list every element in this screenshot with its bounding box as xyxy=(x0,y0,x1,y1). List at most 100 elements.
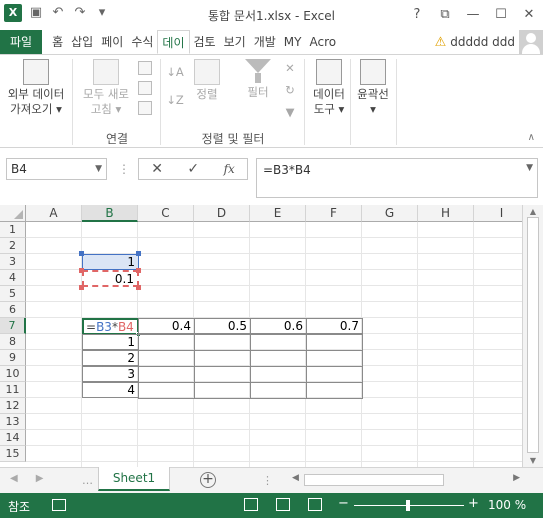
row-header-11[interactable]: 11 xyxy=(0,382,26,398)
row-header-7[interactable]: 7 xyxy=(0,318,26,334)
row-header-6[interactable]: 6 xyxy=(0,302,26,318)
reapply-filter-button[interactable]: ↻ xyxy=(282,83,298,98)
next-sheet-icon[interactable]: ▶ xyxy=(36,473,44,484)
cell-D7[interactable]: 0.5 xyxy=(194,318,251,334)
sort-button[interactable]: 정렬 xyxy=(190,59,224,102)
cell-B9[interactable]: 2 xyxy=(82,350,139,366)
tab-developer[interactable]: 개발 xyxy=(250,30,280,54)
cell-C7[interactable]: 0.4 xyxy=(138,318,195,334)
tab-formulas[interactable]: 수식 xyxy=(127,30,157,54)
column-header-F[interactable]: F xyxy=(306,205,362,222)
prev-sheet-icon[interactable]: ◀ xyxy=(10,473,18,484)
cell-E7[interactable]: 0.6 xyxy=(250,318,307,334)
chevron-down-icon[interactable]: ▼ xyxy=(95,159,102,179)
row-header-10[interactable]: 10 xyxy=(0,366,26,382)
vertical-scroll-thumb[interactable] xyxy=(527,217,539,453)
insert-function-icon[interactable]: fx xyxy=(224,162,235,176)
outline-button[interactable]: 윤곽선 ▾ xyxy=(352,59,394,117)
sort-descending-button[interactable]: ↓Z xyxy=(166,93,184,108)
normal-view-icon[interactable] xyxy=(244,498,258,511)
horizontal-scrollbar[interactable]: ◀ ▶ xyxy=(290,471,522,489)
tab-file[interactable]: 파일 xyxy=(0,30,43,54)
help-button[interactable]: ? xyxy=(403,0,431,30)
column-header-D[interactable]: D xyxy=(194,205,250,222)
row-header-5[interactable]: 5 xyxy=(0,286,26,302)
ref-handle-icon[interactable] xyxy=(79,285,84,290)
refresh-all-button[interactable]: 모두 새로 고침 ▾ xyxy=(76,59,136,117)
tab-review[interactable]: 검토 xyxy=(190,30,220,54)
ref-handle-icon[interactable] xyxy=(136,285,141,290)
row-header-8[interactable]: 8 xyxy=(0,334,26,350)
tab-page-layout[interactable]: 페이 xyxy=(97,30,127,54)
row-header-14[interactable]: 14 xyxy=(0,430,26,446)
vertical-scrollbar[interactable]: ▲ ▼ xyxy=(522,205,543,467)
cell-B10[interactable]: 3 xyxy=(82,366,139,382)
column-header-G[interactable]: G xyxy=(362,205,418,222)
ref-handle-icon[interactable] xyxy=(136,268,141,273)
zoom-level[interactable]: 100 % xyxy=(488,498,526,512)
ref-handle-icon[interactable] xyxy=(136,251,141,256)
properties-icon[interactable] xyxy=(138,81,152,95)
data-tools-button[interactable]: 데이터 도구 ▾ xyxy=(308,59,350,117)
zoom-in-icon[interactable]: + xyxy=(468,496,479,511)
connections-icon[interactable] xyxy=(138,61,152,75)
expand-formula-bar-icon[interactable]: ▼ xyxy=(526,163,533,173)
zoom-out-icon[interactable]: − xyxy=(338,496,349,511)
cell-B7[interactable]: =B3*B4 xyxy=(82,318,139,335)
maximize-button[interactable]: ☐ xyxy=(487,0,515,30)
scroll-down-icon[interactable]: ▼ xyxy=(523,456,543,465)
cancel-icon[interactable]: ✕ xyxy=(151,161,163,177)
scroll-up-icon[interactable]: ▲ xyxy=(523,207,543,216)
macro-record-icon[interactable] xyxy=(52,499,66,511)
worksheet-grid[interactable]: ABCDEFGHI 1 2 3 4 5 6 7 8 9 10 11 12 13 14 15 1 0.1 =B… xyxy=(0,205,543,467)
minimize-button[interactable]: — xyxy=(459,0,487,30)
collapse-ribbon-icon[interactable]: ∧ xyxy=(528,132,535,143)
ref-handle-icon[interactable] xyxy=(79,251,84,256)
column-header-B[interactable]: B xyxy=(82,205,138,222)
close-button[interactable]: ✕ xyxy=(515,0,543,30)
row-header-2[interactable]: 2 xyxy=(0,238,26,254)
tab-my[interactable]: MY xyxy=(280,30,306,54)
tab-view[interactable]: 보기 xyxy=(220,30,250,54)
ref-handle-icon[interactable] xyxy=(79,268,84,273)
page-layout-view-icon[interactable] xyxy=(276,498,290,511)
sort-ascending-button[interactable]: ↓A xyxy=(166,65,184,80)
row-header-13[interactable]: 13 xyxy=(0,414,26,430)
row-header-1[interactable]: 1 xyxy=(0,222,26,238)
cell-B11[interactable]: 4 xyxy=(82,382,139,398)
cell-B4[interactable]: 0.1 xyxy=(82,270,139,287)
cell-F7[interactable]: 0.7 xyxy=(306,318,363,334)
edit-links-icon[interactable] xyxy=(138,101,152,115)
cell-B3[interactable]: 1 xyxy=(82,254,139,270)
add-sheet-icon[interactable]: + xyxy=(200,472,216,488)
zoom-slider[interactable]: − + xyxy=(338,496,479,512)
row-header-9[interactable]: 9 xyxy=(0,350,26,366)
horizontal-scroll-thumb[interactable] xyxy=(304,474,444,486)
scroll-right-icon[interactable]: ▶ xyxy=(513,473,520,483)
row-header-15[interactable]: 15 xyxy=(0,446,26,462)
zoom-knob[interactable] xyxy=(406,500,410,511)
column-header-C[interactable]: C xyxy=(138,205,194,222)
cell-B8[interactable]: 1 xyxy=(82,334,139,350)
user-area[interactable]: ⚠ ddddd ddd xyxy=(435,30,543,54)
enter-icon[interactable]: ✓ xyxy=(187,161,199,177)
column-header-A[interactable]: A xyxy=(26,205,82,222)
scroll-left-icon[interactable]: ◀ xyxy=(292,473,299,483)
tab-insert[interactable]: 삽입 xyxy=(67,30,97,54)
ribbon-display-button[interactable]: ⧉ xyxy=(431,0,459,30)
row-header-4[interactable]: 4 xyxy=(0,270,26,286)
page-break-view-icon[interactable] xyxy=(308,498,322,511)
formula-input[interactable]: =B3*B4 ▼ xyxy=(256,158,538,198)
clear-filter-button[interactable]: ✕ xyxy=(282,61,298,76)
advanced-filter-button[interactable]: ▼ xyxy=(282,105,298,120)
tab-split-grip-icon[interactable]: ⋮ xyxy=(262,474,273,487)
filter-button[interactable]: 필터 xyxy=(236,59,280,100)
select-all-button[interactable] xyxy=(0,205,26,222)
column-header-E[interactable]: E xyxy=(250,205,306,222)
user-name[interactable]: ddddd ddd xyxy=(450,35,515,49)
row-header-3[interactable]: 3 xyxy=(0,254,26,270)
avatar[interactable] xyxy=(519,30,543,54)
sheet-tab-sheet1[interactable]: Sheet1 xyxy=(98,467,170,491)
name-box[interactable]: B4 ▼ xyxy=(6,158,107,180)
get-external-data-button[interactable]: 외부 데이터 가져오기 ▾ xyxy=(4,59,68,117)
